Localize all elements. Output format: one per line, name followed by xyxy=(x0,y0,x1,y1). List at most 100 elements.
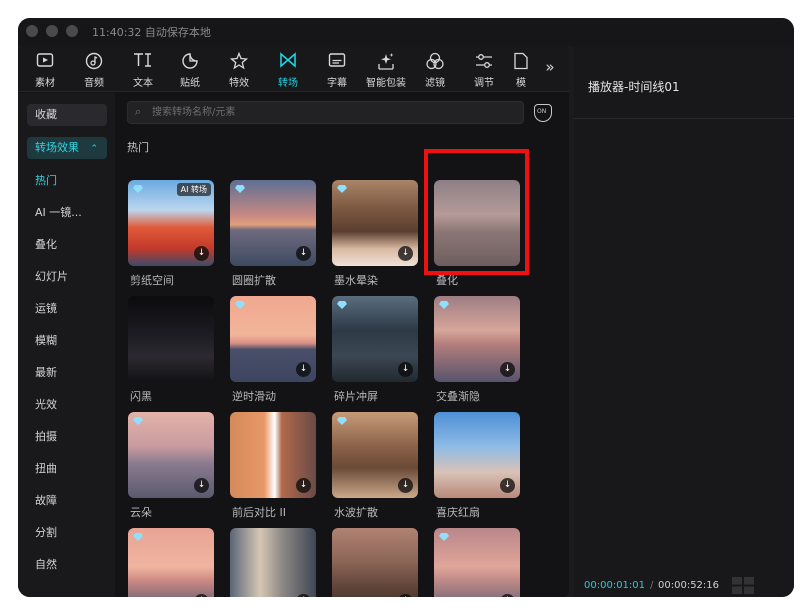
transition-card[interactable]: AI 转场 ↓ xyxy=(128,180,214,266)
download-icon[interactable]: ↓ xyxy=(398,246,413,261)
transition-icon xyxy=(264,52,312,72)
search-box: ⌕ xyxy=(127,101,524,124)
left-panel: 素材 音频 文本 贴纸 特效 转场 字幕 智能包装 滤镜 调节 模 » 收藏 转… xyxy=(18,46,569,597)
transition-card[interactable]: ↓ xyxy=(434,412,520,498)
sidebar-item-shoot[interactable]: 拍摄 xyxy=(27,426,107,448)
transition-card[interactable]: ↓ xyxy=(434,296,520,382)
smart-pack-icon xyxy=(362,52,410,72)
sidebar-item-split[interactable]: 分割 xyxy=(27,522,107,544)
sidebar-category-transitions[interactable]: 转场效果 ⌃ xyxy=(27,137,107,159)
tab-smart-pack-label: 智能包装 xyxy=(366,78,406,89)
player-divider xyxy=(574,118,794,119)
diamond-icon xyxy=(337,185,347,193)
total-timecode: 00:00:52:16 xyxy=(658,580,720,591)
text-icon xyxy=(119,52,167,72)
effects-icon xyxy=(215,51,263,72)
sidebar-item-favorites[interactable]: 收藏 xyxy=(27,104,107,126)
tab-filter[interactable]: 滤镜 xyxy=(411,52,459,89)
diamond-icon xyxy=(133,185,143,193)
sidebar-item-light[interactable]: 光效 xyxy=(27,394,107,416)
sidebar-item-latest[interactable]: 最新 xyxy=(27,362,107,384)
layout-grid-icon[interactable] xyxy=(732,577,754,594)
diamond-icon xyxy=(337,417,347,425)
sidebar-item-camera-move[interactable]: 运镜 xyxy=(27,298,107,320)
current-timecode: 00:00:01:01 xyxy=(584,580,646,591)
sidebar-item-ai-single-shot[interactable]: AI 一镜... xyxy=(27,202,107,224)
transition-card[interactable] xyxy=(128,296,214,382)
download-icon[interactable]: ↓ xyxy=(296,246,311,261)
download-icon[interactable]: ↓ xyxy=(398,362,413,377)
download-icon[interactable]: ↓ xyxy=(296,594,311,597)
sidebar-item-distort[interactable]: 扭曲 xyxy=(27,458,107,480)
tab-media[interactable]: 素材 xyxy=(21,52,69,89)
diamond-icon xyxy=(133,417,143,425)
filter-icon xyxy=(411,52,459,72)
tab-effects-label: 特效 xyxy=(229,78,249,89)
transition-card[interactable]: ↓ xyxy=(230,412,316,498)
download-icon[interactable]: ↓ xyxy=(194,246,209,261)
download-icon[interactable]: ↓ xyxy=(296,362,311,377)
tab-template[interactable]: 模 xyxy=(506,52,536,88)
download-icon[interactable]: ↓ xyxy=(398,594,413,597)
player-title: 播放器-时间线01 xyxy=(588,80,680,94)
sidebar-item-blur[interactable]: 模糊 xyxy=(27,330,107,352)
filter-shield-icon[interactable]: ON xyxy=(534,104,552,122)
app-window: 11:40:32 自动保存本地 素材 音频 文本 贴纸 特效 转场 字幕 智能包… xyxy=(18,18,794,597)
tab-caption[interactable]: 字幕 xyxy=(313,52,361,89)
section-title: 热门 xyxy=(127,141,149,154)
tab-text[interactable]: 文本 xyxy=(119,52,167,89)
tab-adjust[interactable]: 调节 xyxy=(460,52,508,89)
tab-media-label: 素材 xyxy=(35,78,55,89)
tab-sticker[interactable]: 贴纸 xyxy=(166,52,214,89)
tab-text-label: 文本 xyxy=(133,78,153,89)
search-input[interactable] xyxy=(152,104,512,121)
sidebar-item-slideshow[interactable]: 幻灯片 xyxy=(27,266,107,288)
main-toolbar: 素材 音频 文本 贴纸 特效 转场 字幕 智能包装 滤镜 调节 模 » xyxy=(18,46,569,92)
tab-audio-label: 音频 xyxy=(84,78,104,89)
window-zoom-button[interactable] xyxy=(66,25,78,37)
tab-effects[interactable]: 特效 xyxy=(215,51,263,89)
download-icon[interactable]: ↓ xyxy=(194,594,209,597)
window-minimize-button[interactable] xyxy=(46,25,58,37)
tab-audio[interactable]: 音频 xyxy=(70,52,118,89)
download-icon[interactable]: ↓ xyxy=(398,478,413,493)
tab-template-label: 模 xyxy=(516,78,526,88)
transition-card[interactable]: ↓ xyxy=(230,528,316,597)
diamond-icon xyxy=(439,533,449,541)
ai-transition-badge: AI 转场 xyxy=(176,183,211,196)
window-title: 11:40:32 自动保存本地 xyxy=(92,26,211,39)
transition-card[interactable]: ↓ xyxy=(332,528,418,597)
sidebar-item-dissolve[interactable]: 叠化 xyxy=(27,234,107,256)
media-icon xyxy=(21,52,69,72)
toolbar-more-button[interactable]: » xyxy=(540,58,560,78)
category-sidebar: 收藏 转场效果 ⌃ 热门 AI 一镜... 叠化 幻灯片 运镜 模糊 最新 光效… xyxy=(18,93,115,597)
diamond-icon xyxy=(439,301,449,309)
transition-card[interactable]: ↓ xyxy=(230,180,316,266)
tab-caption-label: 字幕 xyxy=(327,78,347,89)
diamond-icon xyxy=(337,301,347,309)
transition-card[interactable]: ↓ xyxy=(230,296,316,382)
download-icon[interactable]: ↓ xyxy=(500,478,515,493)
tab-transition[interactable]: 转场 xyxy=(264,52,312,89)
download-icon[interactable]: ↓ xyxy=(500,594,515,597)
download-icon[interactable]: ↓ xyxy=(500,362,515,377)
transition-card[interactable]: ↓ xyxy=(332,296,418,382)
selection-highlight xyxy=(424,149,529,275)
transition-card[interactable]: ↓ xyxy=(128,412,214,498)
adjust-icon xyxy=(460,52,508,72)
tab-smart-pack[interactable]: 智能包装 xyxy=(362,52,410,89)
download-icon[interactable]: ↓ xyxy=(296,478,311,493)
sticker-icon xyxy=(166,52,214,72)
transition-card[interactable]: ↓ xyxy=(332,412,418,498)
title-bar: 11:40:32 自动保存本地 xyxy=(18,18,794,46)
transition-card[interactable]: ↓ xyxy=(332,180,418,266)
sidebar-item-glitch[interactable]: 故障 xyxy=(27,490,107,512)
download-icon[interactable]: ↓ xyxy=(194,478,209,493)
window-close-button[interactable] xyxy=(26,25,38,37)
player-panel: 播放器-时间线01 00:00:01:01 / 00:00:52:16 xyxy=(574,46,794,597)
template-icon xyxy=(506,52,536,72)
sidebar-item-nature[interactable]: 自然 xyxy=(27,554,107,576)
transition-card[interactable]: ↓ xyxy=(128,528,214,597)
transition-card[interactable]: ↓ xyxy=(434,528,520,597)
sidebar-item-hot[interactable]: 热门 xyxy=(27,170,107,192)
